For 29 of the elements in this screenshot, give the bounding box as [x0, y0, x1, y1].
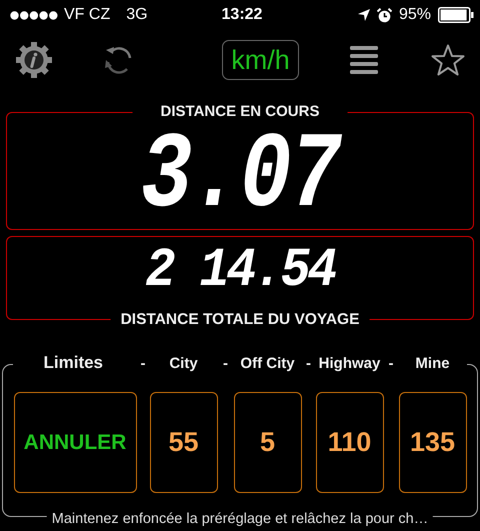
- hint-text: Maintenez enfoncée la préréglage et relâchez la pour ch…: [46, 511, 434, 527]
- alarm-clock-icon: [376, 8, 392, 22]
- column-label: City: [168, 354, 199, 372]
- signal-dots-icon: [10, 10, 58, 20]
- separator-dash: -: [388, 354, 394, 372]
- clock-time: 13:22: [222, 6, 262, 24]
- battery-percent: 95%: [398, 6, 431, 24]
- menu-icon[interactable]: [350, 46, 380, 74]
- separator-dash: -: [305, 354, 312, 372]
- column-label: Off City: [239, 354, 296, 372]
- distance-readout: 2 14.54: [145, 244, 335, 300]
- preset-button[interactable]: 5: [234, 392, 302, 493]
- info-gear-icon[interactable]: [16, 42, 52, 78]
- separator-dash: -: [140, 354, 146, 372]
- star-icon[interactable]: [430, 44, 465, 76]
- unit-button[interactable]: km/h: [222, 40, 299, 80]
- distance-readout: 3.07: [140, 122, 340, 230]
- carrier-name: VF CZ: [64, 6, 110, 24]
- battery-icon: [438, 7, 474, 23]
- preset-button[interactable]: 110: [316, 392, 384, 493]
- preset-button[interactable]: 135: [398, 392, 466, 493]
- location-arrow-icon: [358, 9, 370, 21]
- separator-dash: -: [222, 354, 229, 372]
- column-label: Highway: [318, 354, 382, 372]
- column-label: Mine: [414, 354, 451, 372]
- network-type: 3G: [126, 6, 148, 24]
- cancel-button[interactable]: ANNULER: [14, 392, 136, 493]
- limits-title: Limites: [42, 353, 104, 373]
- preset-button[interactable]: 55: [150, 392, 218, 493]
